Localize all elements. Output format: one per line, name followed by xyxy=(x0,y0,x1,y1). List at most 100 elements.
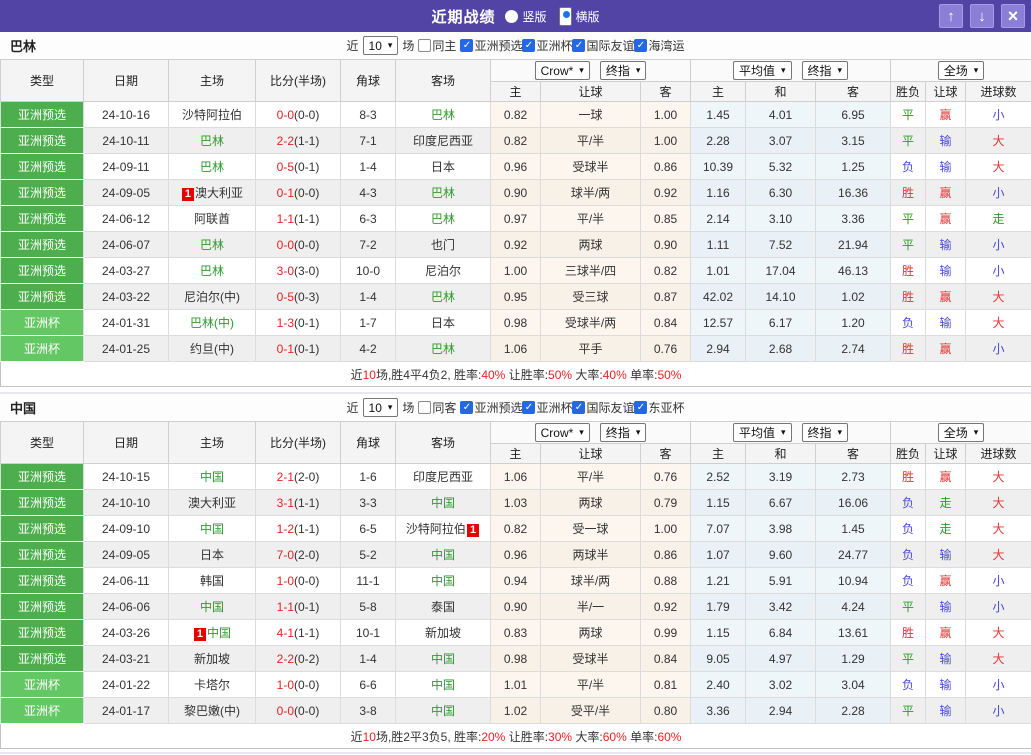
fulltime-score: 0-0 xyxy=(277,704,294,718)
average-odds-1: 2.94 xyxy=(746,698,816,724)
away-team-name: 巴林 xyxy=(431,186,455,200)
summary-segment: 让胜率: xyxy=(505,368,548,382)
handicap-odds-1: 受三球 xyxy=(541,284,641,310)
summary-segment: 场,胜4平4负2, 胜率: xyxy=(376,368,481,382)
away-team-name: 中国 xyxy=(431,574,455,588)
checkbox-icon[interactable]: ✓ xyxy=(522,39,535,52)
away-team-name: 中国 xyxy=(431,704,455,718)
radio-horizontal-icon[interactable] xyxy=(559,7,572,26)
match-count-select[interactable]: 10▾ xyxy=(363,398,399,417)
average-odds-0: 42.02 xyxy=(691,284,746,310)
close-button[interactable]: × xyxy=(1001,4,1025,28)
odds-time-select-2[interactable]: 终指▾ xyxy=(802,61,849,80)
results-table: 类型 日期 主场 比分(半场) 角球 客场 Crow*▾ 终指▾ 平均值 xyxy=(0,59,1031,387)
result-flag-1: 输 xyxy=(926,646,966,672)
col-result-wdl: 胜负 xyxy=(891,82,926,102)
layout-radio-group: 竖版 横版 xyxy=(505,7,599,26)
average-odds-1: 5.32 xyxy=(746,154,816,180)
move-up-button[interactable]: ↑ xyxy=(939,4,963,28)
match-row: 亚洲预选24-06-11韩国1-0(0-0)11-1中国0.94球半/两0.88… xyxy=(1,568,1031,594)
handicap-odds-0: 0.82 xyxy=(491,102,541,128)
average-select[interactable]: 平均值▾ xyxy=(733,423,792,442)
corners: 3-8 xyxy=(341,698,396,724)
home-team: 巴林 xyxy=(169,258,256,284)
result-flag-2: 大 xyxy=(966,620,1031,646)
home-team: 澳大利亚 xyxy=(169,490,256,516)
competition-filter-checkbox[interactable]: ✓亚洲预选 xyxy=(460,37,522,54)
competition-filter-checkbox[interactable]: ✓国际友谊 xyxy=(572,399,634,416)
competition-filter-checkbox[interactable]: ✓东亚杯 xyxy=(634,399,684,416)
competition-badge: 亚洲预选 xyxy=(1,180,84,206)
match-row: 亚洲预选24-06-06中国1-1(0-1)5-8泰国0.90半/一0.921.… xyxy=(1,594,1031,620)
result-flag-1: 赢 xyxy=(926,206,966,232)
corners: 4-2 xyxy=(341,336,396,362)
move-down-button[interactable]: ↓ xyxy=(970,4,994,28)
away-team: 中国 xyxy=(396,568,491,594)
competition-filter-checkbox[interactable]: ✓国际友谊 xyxy=(572,37,634,54)
radio-vertical-icon[interactable] xyxy=(505,10,518,23)
filter-row: 巴林 近 10▾ 场 同主 ✓亚洲预选✓亚洲杯✓国际友谊✓海湾运 xyxy=(0,32,1031,59)
average-odds-2: 3.36 xyxy=(816,206,891,232)
away-team-name: 沙特阿拉伯 xyxy=(406,522,466,536)
odds-time-select-1[interactable]: 终指▾ xyxy=(600,423,647,442)
odds-time-select-2[interactable]: 终指▾ xyxy=(802,423,849,442)
halftime-score: (0-1) xyxy=(294,316,319,330)
result-flag-0: 负 xyxy=(891,310,926,336)
checkbox-icon[interactable]: ✓ xyxy=(522,401,535,414)
bookmaker-select[interactable]: Crow*▾ xyxy=(535,423,590,442)
fulltime-select[interactable]: 全场▾ xyxy=(938,423,985,442)
match-date: 24-09-11 xyxy=(84,154,169,180)
competition-filter-checkbox[interactable]: ✓海湾运 xyxy=(634,37,684,54)
same-venue-checkbox[interactable]: 同主 xyxy=(418,37,456,54)
competition-filter-checkbox[interactable]: ✓亚洲杯 xyxy=(522,399,572,416)
same-venue-checkbox[interactable]: 同客 xyxy=(418,399,456,416)
result-flag-2: 小 xyxy=(966,232,1031,258)
checkbox-icon[interactable] xyxy=(418,401,431,414)
average-select[interactable]: 平均值▾ xyxy=(733,61,792,80)
checkbox-icon[interactable]: ✓ xyxy=(634,39,647,52)
away-team-name: 中国 xyxy=(431,496,455,510)
home-team-name: 新加坡 xyxy=(194,652,230,666)
away-team: 尼泊尔 xyxy=(396,258,491,284)
handicap-odds-2: 0.76 xyxy=(641,336,691,362)
score-cell: 2-1(2-0) xyxy=(256,464,341,490)
col-avg-draw: 和 xyxy=(746,82,816,102)
halftime-score: (2-0) xyxy=(294,548,319,562)
competition-filter-label: 亚洲预选 xyxy=(474,37,522,54)
halftime-score: (0-0) xyxy=(294,574,319,588)
odds-time-select-1[interactable]: 终指▾ xyxy=(600,61,647,80)
checkbox-icon[interactable]: ✓ xyxy=(634,401,647,414)
fulltime-score: 0-0 xyxy=(277,238,294,252)
radio-vertical-layout[interactable]: 竖版 xyxy=(505,8,546,25)
average-odds-0: 2.40 xyxy=(691,672,746,698)
match-row: 亚洲预选24-03-27巴林3-0(3-0)10-0尼泊尔1.00三球半/四0.… xyxy=(1,258,1031,284)
checkbox-icon[interactable]: ✓ xyxy=(572,401,585,414)
checkbox-icon[interactable] xyxy=(418,39,431,52)
match-count-select[interactable]: 10▾ xyxy=(363,36,399,55)
competition-filters: ✓亚洲预选✓亚洲杯✓国际友谊✓海湾运 xyxy=(460,37,684,54)
result-flag-1: 赢 xyxy=(926,180,966,206)
halftime-score: (1-1) xyxy=(294,496,319,510)
col-handicap-away: 客 xyxy=(641,444,691,464)
radio-horizontal-layout[interactable]: 横版 xyxy=(559,7,600,26)
handicap-odds-0: 0.98 xyxy=(491,310,541,336)
competition-filter-checkbox[interactable]: ✓亚洲预选 xyxy=(460,399,522,416)
bookmaker-select[interactable]: Crow*▾ xyxy=(535,61,590,80)
col-result-goals: 进球数 xyxy=(966,444,1031,464)
checkbox-icon[interactable]: ✓ xyxy=(460,39,473,52)
fulltime-score: 1-1 xyxy=(277,212,294,226)
competition-filter-checkbox[interactable]: ✓亚洲杯 xyxy=(522,37,572,54)
fulltime-select[interactable]: 全场▾ xyxy=(938,61,985,80)
match-date: 24-06-07 xyxy=(84,232,169,258)
handicap-odds-1: 平/半 xyxy=(541,206,641,232)
col-corner: 角球 xyxy=(341,422,396,464)
fulltime-score: 1-3 xyxy=(277,316,294,330)
checkbox-icon[interactable]: ✓ xyxy=(460,401,473,414)
handicap-odds-2: 0.86 xyxy=(641,542,691,568)
average-odds-0: 1.11 xyxy=(691,232,746,258)
handicap-odds-2: 0.86 xyxy=(641,154,691,180)
away-team: 巴林 xyxy=(396,180,491,206)
chevron-down-icon: ▾ xyxy=(388,40,393,51)
corners: 6-5 xyxy=(341,516,396,542)
checkbox-icon[interactable]: ✓ xyxy=(572,39,585,52)
